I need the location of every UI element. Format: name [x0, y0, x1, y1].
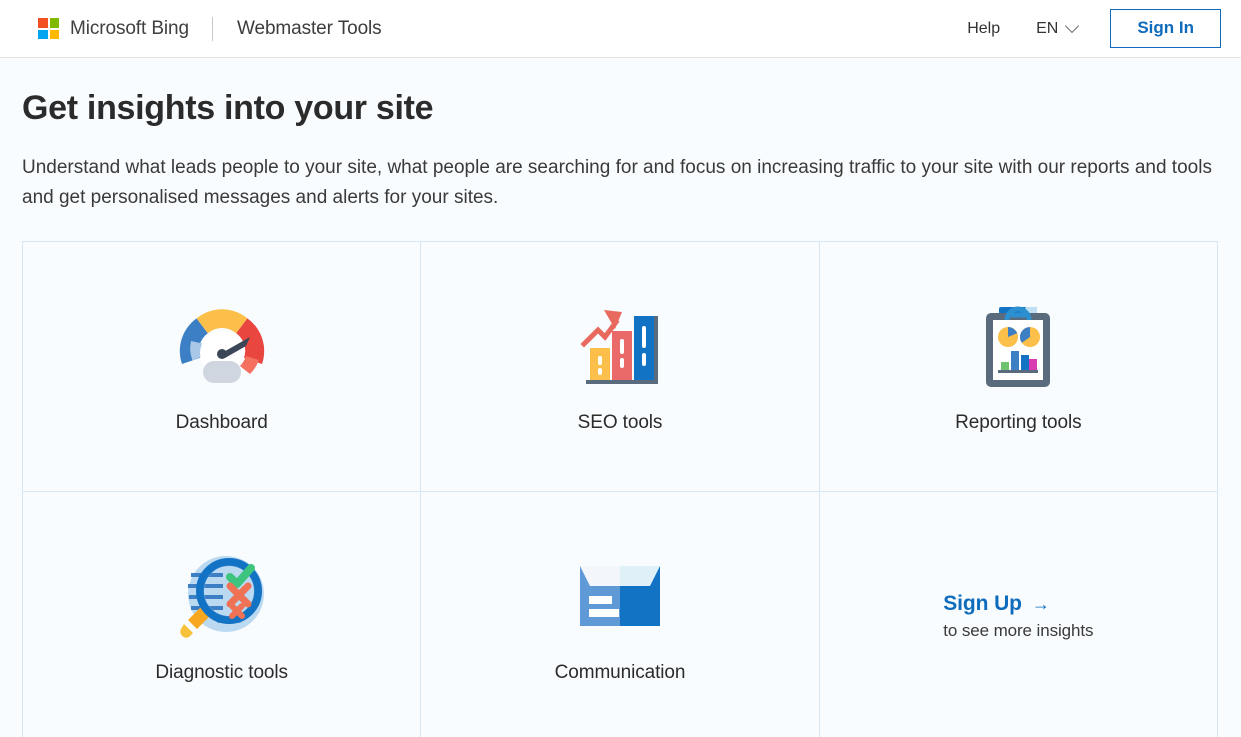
- site-header: Microsoft Bing Webmaster Tools Help EN S…: [0, 0, 1241, 58]
- language-selector-value: EN: [1036, 20, 1058, 38]
- card-sign-up[interactable]: Sign Up → to see more insights: [820, 492, 1218, 737]
- envelope-icon: [572, 548, 668, 644]
- sign-up-label: Sign Up: [943, 592, 1022, 616]
- gauge-icon: [174, 298, 270, 394]
- card-label: Reporting tools: [955, 412, 1081, 434]
- card-label: SEO tools: [578, 412, 663, 434]
- card-label: Dashboard: [176, 412, 268, 434]
- brand-name: Microsoft Bing: [70, 18, 189, 40]
- chevron-down-icon: [1067, 21, 1078, 32]
- card-label: Communication: [555, 662, 686, 684]
- card-diagnostic-tools[interactable]: Diagnostic tools: [23, 492, 421, 737]
- card-dashboard[interactable]: Dashboard: [23, 242, 421, 492]
- arrow-right-icon: →: [1032, 595, 1050, 613]
- sign-up-link[interactable]: Sign Up →: [943, 592, 1050, 616]
- brand[interactable]: Microsoft Bing Webmaster Tools: [38, 17, 382, 41]
- card-communication[interactable]: Communication: [421, 492, 819, 737]
- tools-grid: Dashboard: [22, 241, 1218, 737]
- brand-divider: [212, 17, 213, 41]
- main-content: Get insights into your site Understand w…: [0, 58, 1241, 737]
- card-seo-tools[interactable]: SEO tools: [421, 242, 819, 492]
- language-selector[interactable]: EN: [1032, 14, 1082, 44]
- sign-up-subtext: to see more insights: [943, 621, 1093, 641]
- clipboard-report-icon: [970, 298, 1066, 394]
- sign-up-content: Sign Up → to see more insights: [943, 592, 1093, 641]
- sign-in-button[interactable]: Sign In: [1110, 9, 1221, 48]
- page-description: Understand what leads people to your sit…: [22, 153, 1219, 213]
- brand-subtitle: Webmaster Tools: [237, 18, 382, 40]
- header-actions: Help EN Sign In: [961, 9, 1221, 48]
- help-link[interactable]: Help: [961, 14, 1006, 44]
- bar-chart-trend-icon: [572, 298, 668, 394]
- magnifier-checklist-icon: [174, 548, 270, 644]
- card-reporting-tools[interactable]: Reporting tools: [820, 242, 1218, 492]
- card-label: Diagnostic tools: [155, 662, 288, 684]
- page-title: Get insights into your site: [22, 88, 1219, 129]
- microsoft-logo-icon: [38, 18, 59, 39]
